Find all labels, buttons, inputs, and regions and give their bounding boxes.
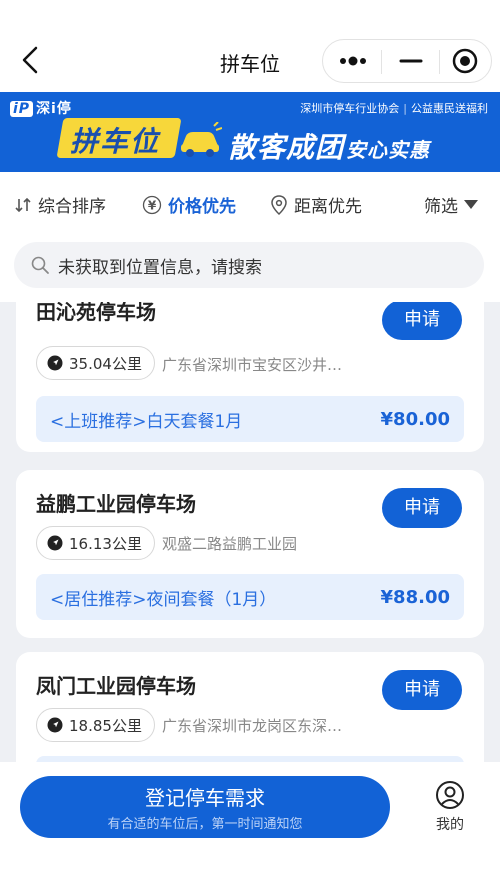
distance-badge: 35.04公里 xyxy=(36,346,155,380)
navigation-icon xyxy=(47,355,63,371)
apply-button[interactable]: 申请 xyxy=(382,302,462,340)
sort-price-label: 价格优先 xyxy=(168,197,236,217)
distance-badge: 16.13公里 xyxy=(36,526,155,560)
register-demand-button[interactable]: 登记停车需求 有合适的车位后，第一时间通知您 xyxy=(20,776,390,838)
lot-address: 广东省深圳市龙岗区东深… xyxy=(162,717,343,735)
mine-tab[interactable]: 我的 xyxy=(428,780,472,834)
promo-banner[interactable]: iP 深i停 深圳市停车行业协会 | 公益惠民送福利 拼车位 散客成团 安心实惠 xyxy=(0,92,500,172)
banner-slogan: 散客成团 安心实惠 xyxy=(228,131,431,164)
lot-address: 广东省深圳市宝安区沙井… xyxy=(162,356,343,374)
sort-price[interactable]: ¥ 价格优先 xyxy=(142,192,236,217)
sort-distance[interactable]: 距离优先 xyxy=(270,192,362,217)
lot-name: 凤门工业园停车场 xyxy=(36,674,196,698)
package-row[interactable]: <居住推荐>夜间套餐（1月） ¥88.00 xyxy=(36,574,464,620)
brand-logo: iP 深i停 xyxy=(10,98,72,118)
mine-label: 我的 xyxy=(436,817,464,833)
target-circle-icon xyxy=(452,48,478,74)
lot-address: 观盛二路益鹏工业园 xyxy=(162,535,298,553)
distance-badge: 18.85公里 xyxy=(36,708,155,742)
more-dots-icon xyxy=(340,56,366,66)
package-price: ¥88.00 xyxy=(380,586,450,608)
search-input[interactable]: 未获取到位置信息，请搜索 xyxy=(14,242,484,288)
parking-card[interactable]: 凤门工业园停车场 申请 18.85公里 广东省深圳市龙岗区东深… xyxy=(16,652,484,762)
parking-lot-list[interactable]: 田沁苑停车场 申请 35.04公里 广东省深圳市宝安区沙井… <上班推荐>白天套… xyxy=(0,302,500,762)
title-badge: 拼车位 xyxy=(70,125,161,158)
search-icon xyxy=(31,256,49,274)
close-program-button[interactable] xyxy=(437,40,493,82)
package-row[interactable]: <上班推荐>白天套餐1月 ¥80.00 xyxy=(36,396,464,442)
search-placeholder: 未获取到位置信息，请搜索 xyxy=(58,257,262,278)
nav-bar: 拼车位 xyxy=(0,0,500,92)
sort-distance-label: 距离优先 xyxy=(294,197,362,217)
mini-program-capsule xyxy=(322,39,492,83)
bottom-bar: 登记停车需求 有合适的车位后，第一时间通知您 我的 xyxy=(0,762,500,877)
navigation-icon xyxy=(47,717,63,733)
user-profile-icon xyxy=(436,781,464,809)
apply-button[interactable]: 申请 xyxy=(382,670,462,710)
more-button[interactable] xyxy=(325,40,381,82)
navigation-icon xyxy=(47,535,63,551)
lot-name: 益鹏工业园停车场 xyxy=(36,492,196,516)
apply-button[interactable]: 申请 xyxy=(382,488,462,528)
location-pin-icon xyxy=(271,194,287,215)
package-name: <居住推荐>夜间套餐（1月） xyxy=(50,589,277,610)
minimize-button[interactable] xyxy=(383,40,439,82)
filter-button[interactable]: 筛选 xyxy=(424,192,478,217)
filter-label: 筛选 xyxy=(424,197,458,217)
register-label: 登记停车需求 xyxy=(145,786,265,810)
association-label: 深圳市停车行业协会 | 公益惠民送福利 xyxy=(300,102,488,115)
sort-comprehensive[interactable]: 综合排序 xyxy=(14,192,106,217)
car-icon xyxy=(181,122,222,157)
triangle-down-icon xyxy=(464,199,478,209)
package-price: ¥80.00 xyxy=(380,408,450,430)
minus-icon xyxy=(399,59,423,63)
parking-card[interactable]: 田沁苑停车场 申请 35.04公里 广东省深圳市宝安区沙井… <上班推荐>白天套… xyxy=(16,302,484,452)
yen-icon: ¥ xyxy=(142,195,162,214)
parking-card[interactable]: 益鹏工业园停车场 申请 16.13公里 观盛二路益鹏工业园 <居住推荐>夜间套餐… xyxy=(16,470,484,638)
register-sublabel: 有合适的车位后，第一时间通知您 xyxy=(107,817,303,832)
lot-name: 田沁苑停车场 xyxy=(36,302,156,324)
package-name: <上班推荐>白天套餐1月 xyxy=(50,411,243,432)
sort-filter-bar: 综合排序 ¥ 价格优先 距离优先 筛选 未获取到位置信息，请搜索 xyxy=(0,172,500,302)
sort-comprehensive-label: 综合排序 xyxy=(38,197,106,217)
svg-text:¥: ¥ xyxy=(148,198,157,212)
sort-icon xyxy=(15,197,31,212)
